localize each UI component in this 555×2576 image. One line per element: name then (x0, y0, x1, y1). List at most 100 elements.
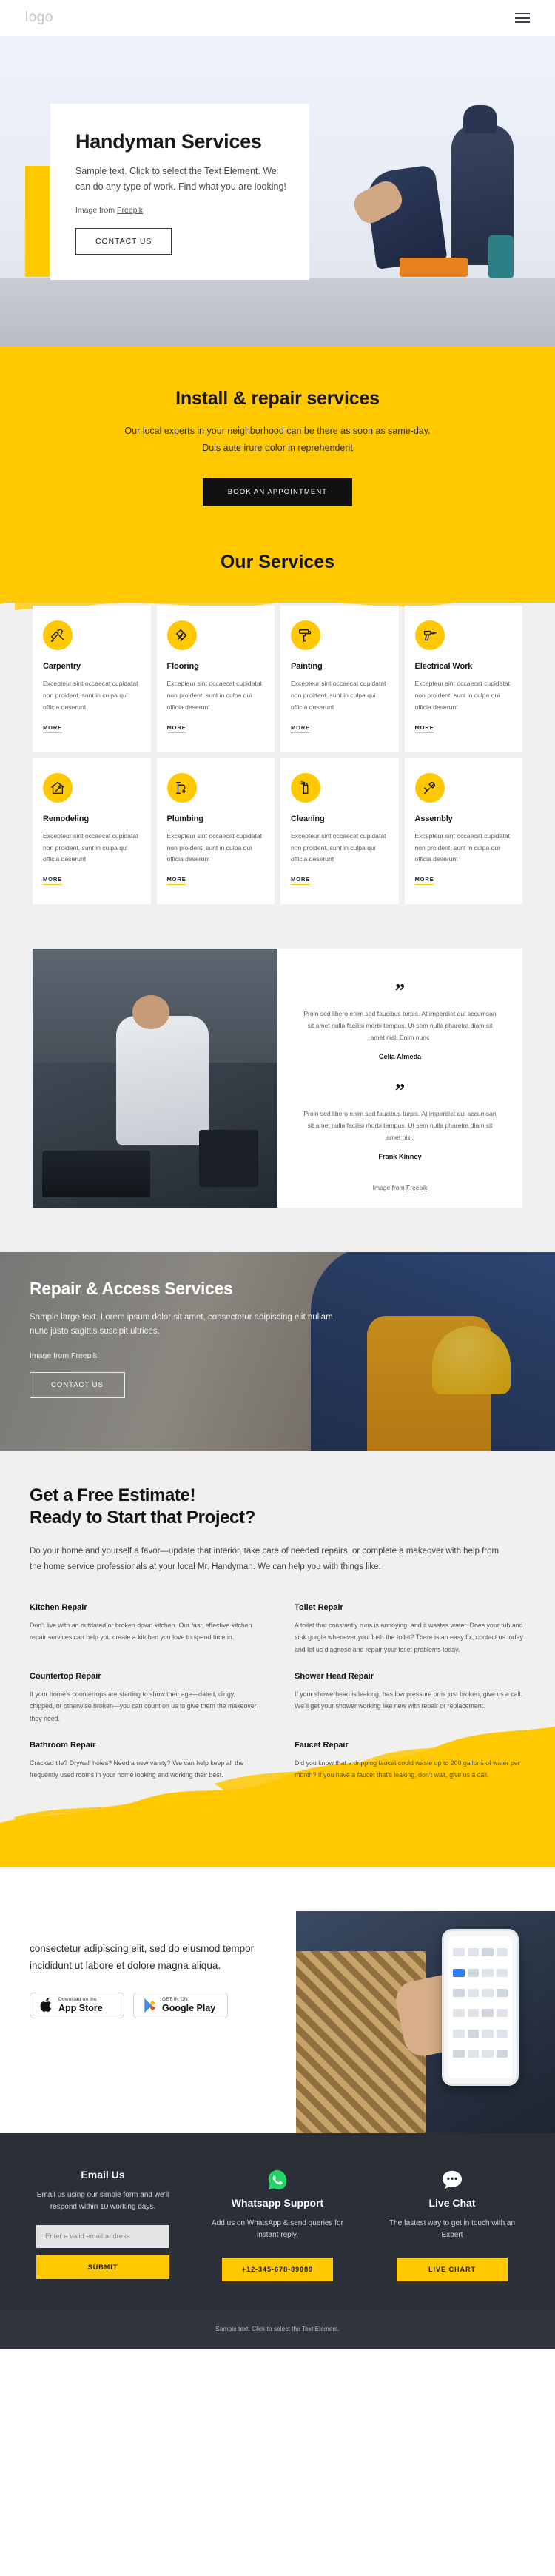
service-card-title: Carpentry (43, 662, 81, 671)
testimonial-credit-link[interactable]: Freepik (406, 1184, 427, 1191)
book-appointment-button[interactable]: BOOK AN APPOINTMENT (202, 478, 353, 506)
chat-bubble-icon (371, 2169, 533, 2191)
service-card[interactable]: Painting Excepteur sint occaecat cupidat… (280, 606, 399, 752)
estimate-section: Get a Free Estimate! Ready to Start that… (0, 1450, 555, 1838)
hero-lead-text: Sample text. Click to select the Text El… (75, 166, 286, 192)
service-more-link[interactable]: MORE (414, 876, 434, 886)
repair-credit-link[interactable]: Freepik (71, 1351, 97, 1360)
whatsapp-phone-button[interactable]: +12-345-678-89089 (222, 2258, 333, 2282)
testimonial-text: Proin sed libero enim sed faucibus turpi… (303, 1110, 497, 1141)
service-card-text: Excepteur sint occaecat cupidatat non pr… (43, 680, 138, 711)
testimonial-author: Frank Kinney (378, 1152, 422, 1160)
estimate-title: Get a Free Estimate! Ready to Start that… (30, 1485, 525, 1529)
repair-title: Repair & Access Services (30, 1278, 233, 1298)
service-card-title: Electrical Work (414, 662, 473, 671)
service-card[interactable]: Remodeling Excepteur sint occaecat cupid… (33, 757, 151, 905)
toolbox-illustration (400, 258, 468, 277)
service-card-text: Excepteur sint occaecat cupidatat non pr… (166, 832, 263, 863)
service-card-text: Excepteur sint occaecat cupidatat non pr… (414, 680, 511, 711)
estimate-item-text: If your showerhead is leaking, has low p… (295, 1690, 523, 1710)
hero-credit-prefix: Image from (75, 206, 118, 215)
service-card[interactable]: Electrical Work Excepteur sint occaecat … (404, 606, 522, 752)
live-chat-button[interactable]: LIVE CHART (397, 2258, 508, 2282)
install-text: Our local experts in your neighborhood c… (124, 426, 431, 453)
app-store-small-label: Download on the (58, 1997, 97, 2003)
google-play-button[interactable]: GET IN ON Google Play (133, 1993, 228, 2019)
worker-kneeling-illustration (363, 164, 448, 270)
services-heading-band: Our Services (0, 506, 555, 603)
service-more-link[interactable]: MORE (291, 876, 310, 886)
yellow-divider (0, 1837, 555, 1867)
service-card-title: Cleaning (291, 814, 325, 823)
service-card-title: Assembly (414, 814, 453, 823)
site-logo[interactable]: logo (25, 10, 53, 26)
service-card-text: Excepteur sint occaecat cupidatat non pr… (166, 680, 263, 711)
service-more-link[interactable]: MORE (43, 724, 62, 733)
service-card-title: Plumbing (166, 814, 204, 823)
submit-button[interactable]: SUBMIT (36, 2255, 169, 2280)
testimonial-author: Celia Almeda (378, 1053, 422, 1061)
service-card[interactable]: Flooring Excepteur sint occaecat cupidat… (156, 606, 275, 752)
site-footer: Email Us Email us using our simple form … (0, 2133, 555, 2310)
service-card-text: Excepteur sint occaecat cupidatat non pr… (414, 832, 511, 863)
estimate-item: Countertop Repair If your home’s counter… (30, 1672, 260, 1724)
service-more-link[interactable]: MORE (414, 724, 434, 733)
hero-contact-us-button[interactable]: CONTACT US (75, 228, 172, 255)
service-more-link[interactable]: MORE (166, 876, 186, 886)
estimate-title-line2: Ready to Start that Project? (30, 1507, 255, 1528)
service-card[interactable]: Plumbing Excepteur sint occaecat cupidat… (156, 757, 275, 905)
service-card-text: Excepteur sint occaecat cupidatat non pr… (43, 832, 138, 863)
footer-whatsapp-title: Whatsapp Support (231, 2197, 324, 2209)
paint-can-illustration (488, 235, 514, 278)
service-more-link[interactable]: MORE (166, 724, 186, 733)
app-store-big-label: App Store (58, 2002, 103, 2013)
hero-credit-link[interactable]: Freepik (117, 206, 143, 215)
footer-livechat-text: The fastest way to get in touch with an … (388, 2219, 516, 2240)
service-more-link[interactable]: MORE (43, 876, 62, 886)
google-play-icon (144, 1998, 155, 2013)
service-card[interactable]: Carpentry Excepteur sint occaecat cupida… (33, 606, 151, 752)
testimonial-text: Proin sed libero enim sed faucibus turpi… (303, 1010, 497, 1042)
estimate-item-title: Faucet Repair (295, 1740, 349, 1750)
saw-hammer-icon (43, 620, 73, 650)
estimate-item-text: Cracked tile? Drywall holes? Need a new … (30, 1759, 244, 1779)
google-play-small-label: GET IN ON (162, 1997, 188, 2003)
services-title: Our Services (220, 552, 335, 572)
app-promo-text: consectetur adipiscing elit, sed do eius… (30, 1943, 255, 1972)
service-card[interactable]: Cleaning Excepteur sint occaecat cupidat… (280, 757, 399, 905)
store-badges: Download on the App Store GET IN ON Goog… (30, 1993, 274, 2019)
service-card[interactable]: Assembly Excepteur sint occaecat cupidat… (404, 757, 522, 905)
spray-bottle-icon (291, 772, 320, 803)
repair-text: Sample large text. Lorem ipsum dolor sit… (30, 1312, 333, 1336)
services-grid: Carpentry Excepteur sint occaecat cupida… (33, 606, 522, 905)
hero-section: Handyman Services Sample text. Click to … (0, 36, 555, 347)
estimate-item: Shower Head Repair If your showerhead is… (295, 1672, 525, 1724)
footer-whatsapp-column: Whatsapp Support Add us on WhatsApp & se… (197, 2169, 358, 2282)
estimate-item-title: Countertop Repair (30, 1672, 101, 1682)
service-more-link[interactable]: MORE (291, 724, 310, 733)
testimonial-item: ” Proin sed libero enim sed faucibus tur… (297, 1074, 503, 1174)
repair-contact-us-button[interactable]: CONTACT US (30, 1371, 125, 1398)
testimonial-image (33, 949, 278, 1208)
email-input[interactable] (36, 2225, 169, 2249)
install-repair-section: Install & repair services Our local expe… (0, 347, 555, 506)
app-store-button[interactable]: Download on the App Store (30, 1993, 124, 2019)
house-wrench-icon (43, 772, 73, 803)
footer-bottom-bar: Sample text. Click to select the Text El… (0, 2309, 555, 2350)
footer-livechat-column: Live Chat The fastest way to get in touc… (371, 2169, 533, 2282)
footer-email-column: Email Us Email us using our simple form … (22, 2169, 184, 2281)
testimonial-image-credit: Image from Freepik (297, 1174, 503, 1191)
estimate-title-line1: Get a Free Estimate! (30, 1485, 196, 1505)
power-drill-icon (414, 620, 445, 650)
screwdriver-wrench-icon (414, 772, 445, 803)
estimate-item-text: Don’t live with an outdated or broken do… (30, 1622, 252, 1642)
hero-title: Handyman Services (75, 130, 262, 153)
footer-whatsapp-text: Add us on WhatsApp & send queries for in… (212, 2219, 343, 2240)
app-promo-image (296, 1911, 555, 2134)
quote-mark-icon: ” (394, 1080, 406, 1103)
install-title: Install & repair services (175, 388, 380, 409)
hamburger-menu-icon[interactable] (515, 13, 530, 23)
footer-email-title: Email Us (81, 2169, 125, 2181)
estimate-item: Bathroom Repair Cracked tile? Drywall ho… (30, 1741, 260, 1782)
estimate-item-title: Bathroom Repair (30, 1740, 96, 1750)
